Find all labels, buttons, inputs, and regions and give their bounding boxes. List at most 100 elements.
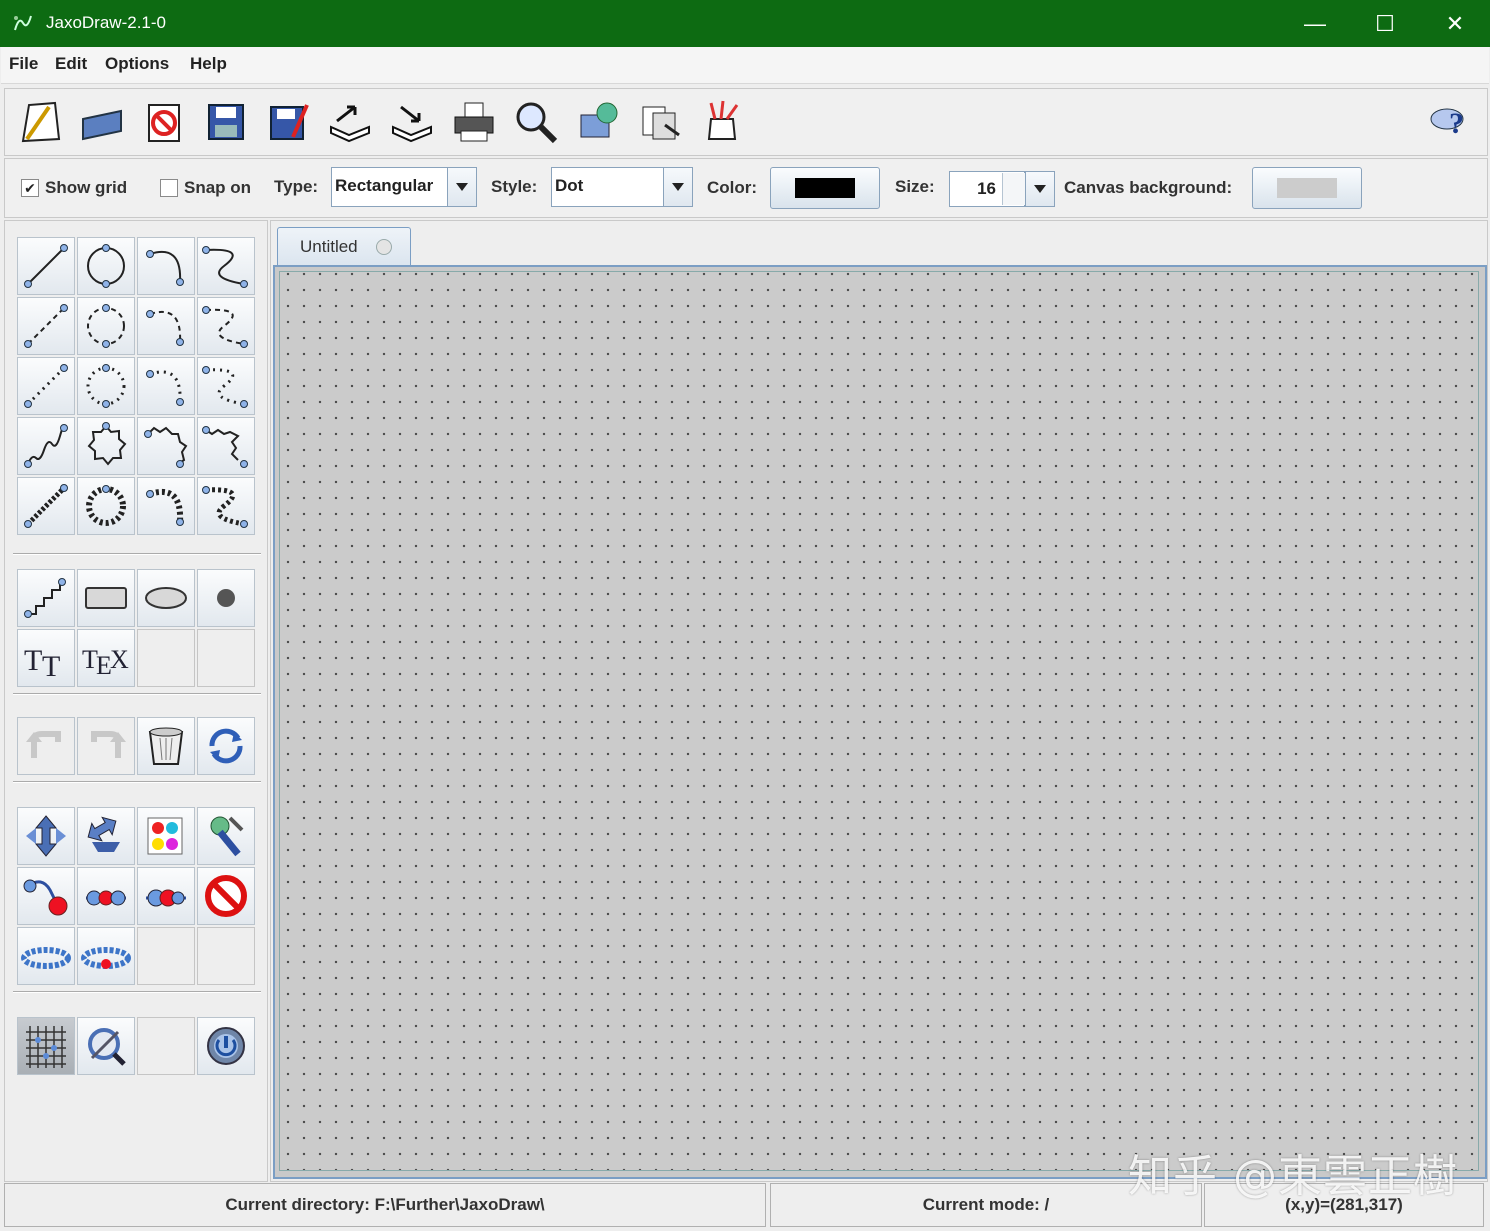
clear-button[interactable] [137, 717, 195, 775]
chain-button[interactable] [17, 927, 75, 985]
export-button[interactable] [325, 97, 375, 147]
photon-line-button[interactable] [17, 417, 75, 475]
group-icon [86, 890, 126, 906]
photon-bezier-button[interactable] [197, 417, 255, 475]
save-button[interactable] [201, 97, 251, 147]
scalar-bezier-button[interactable] [197, 297, 255, 355]
canvas-background-button[interactable] [1252, 167, 1362, 209]
refresh-button[interactable] [197, 717, 255, 775]
group-button[interactable] [77, 867, 135, 925]
print-icon [454, 102, 494, 142]
size-input[interactable]: 16 [949, 171, 1025, 207]
tab-close-icon[interactable] [376, 239, 392, 255]
close-window-button[interactable]: ✕ [1420, 0, 1490, 47]
ghost-line-button[interactable] [17, 357, 75, 415]
ungroup-icon [146, 889, 186, 907]
edit-icon [707, 100, 739, 140]
gluon-line-button[interactable] [17, 477, 75, 535]
scalar-arc-button[interactable] [137, 297, 195, 355]
ellipse-icon [145, 587, 187, 609]
photon-loop-icon [87, 422, 127, 466]
fermion-loop-button[interactable] [77, 237, 135, 295]
ghost-bezier-button[interactable] [197, 357, 255, 415]
gluon-bezier-icon [202, 486, 248, 528]
duplicate-button[interactable] [17, 867, 75, 925]
grid-toggle-button[interactable] [17, 1017, 75, 1075]
photon-loop-button[interactable] [77, 417, 135, 475]
minimize-icon: — [1304, 11, 1326, 36]
menu-file[interactable]: File [9, 54, 38, 74]
zigzag-button[interactable] [17, 569, 75, 627]
chevron-down-icon[interactable] [1025, 171, 1055, 207]
empty-slot [137, 1017, 195, 1075]
minimize-button[interactable]: — [1280, 0, 1350, 47]
delete-icon [205, 875, 247, 917]
print-button[interactable] [449, 97, 499, 147]
duplicate-icon [23, 879, 68, 916]
drawing-canvas[interactable] [279, 271, 1479, 1171]
redo-icon [91, 731, 126, 758]
ungroup-button[interactable] [137, 867, 195, 925]
fermion-arc-button[interactable] [137, 237, 195, 295]
type-dropdown[interactable]: Rectangular [331, 167, 477, 207]
menu-edit[interactable]: Edit [55, 54, 87, 74]
text-button[interactable]: TT [17, 629, 75, 687]
scalar-arc-icon [146, 310, 184, 346]
canvas-pane: Untitled [270, 220, 1488, 1182]
latex-button[interactable]: TEX [77, 629, 135, 687]
gluon-loop-icon [86, 485, 126, 526]
help-button[interactable]: ? [1425, 97, 1475, 147]
new-button[interactable] [15, 97, 65, 147]
spinner-arrows-icon[interactable] [1002, 173, 1025, 205]
blob-button[interactable] [137, 569, 195, 627]
grid-icon [26, 1026, 66, 1068]
photon-bezier-icon [202, 426, 248, 468]
power-button[interactable] [197, 1017, 255, 1075]
preview-button[interactable] [511, 97, 561, 147]
zoom-button[interactable] [77, 1017, 135, 1075]
color-tool-button[interactable] [137, 807, 195, 865]
redo-button[interactable] [77, 717, 135, 775]
scalar-line-button[interactable] [17, 297, 75, 355]
chevron-down-icon[interactable] [447, 168, 476, 206]
fermion-line-button[interactable] [17, 237, 75, 295]
maximize-button[interactable]: ☐ [1350, 0, 1420, 47]
menu-options[interactable]: Options [105, 54, 169, 74]
gluon-loop-button[interactable] [77, 477, 135, 535]
chevron-down-icon[interactable] [663, 168, 692, 206]
scalar-loop-button[interactable] [77, 297, 135, 355]
move-button[interactable] [17, 807, 75, 865]
title-bar: JaxoDraw-2.1-0 — ☐ ✕ [0, 0, 1490, 47]
gluon-arc-button[interactable] [137, 477, 195, 535]
fermion-bezier-button[interactable] [197, 237, 255, 295]
open-button[interactable] [77, 97, 127, 147]
ghost-arc-button[interactable] [137, 357, 195, 415]
ghost-loop-button[interactable] [77, 357, 135, 415]
fermion-arc-icon [146, 250, 184, 286]
photon-arc-button[interactable] [137, 417, 195, 475]
edit-settings-button[interactable] [697, 97, 747, 147]
chain-vertex-button[interactable] [77, 927, 135, 985]
save-as-button[interactable] [263, 97, 313, 147]
box-button[interactable] [77, 569, 135, 627]
delete-button[interactable] [197, 867, 255, 925]
edit-tool-button[interactable] [197, 807, 255, 865]
show-grid-checkbox[interactable]: ✔ [21, 179, 39, 197]
size-spinner[interactable]: 16 [949, 171, 1055, 207]
package-button[interactable] [573, 97, 623, 147]
close-document-button[interactable] [139, 97, 189, 147]
view-tools-group [13, 1005, 261, 1081]
vertex-button[interactable] [197, 569, 255, 627]
style-dropdown[interactable]: Dot [551, 167, 693, 207]
size-value: 16 [977, 179, 996, 198]
gluon-bezier-button[interactable] [197, 477, 255, 535]
menu-help[interactable]: Help [190, 54, 227, 74]
import-button[interactable] [387, 97, 437, 147]
color-button[interactable] [770, 167, 880, 209]
undo-button[interactable] [17, 717, 75, 775]
resize-button[interactable] [77, 807, 135, 865]
snap-on-checkbox[interactable] [160, 179, 178, 197]
tab-untitled[interactable]: Untitled [277, 227, 411, 266]
update-button[interactable] [635, 97, 685, 147]
chain-icon [21, 947, 71, 969]
